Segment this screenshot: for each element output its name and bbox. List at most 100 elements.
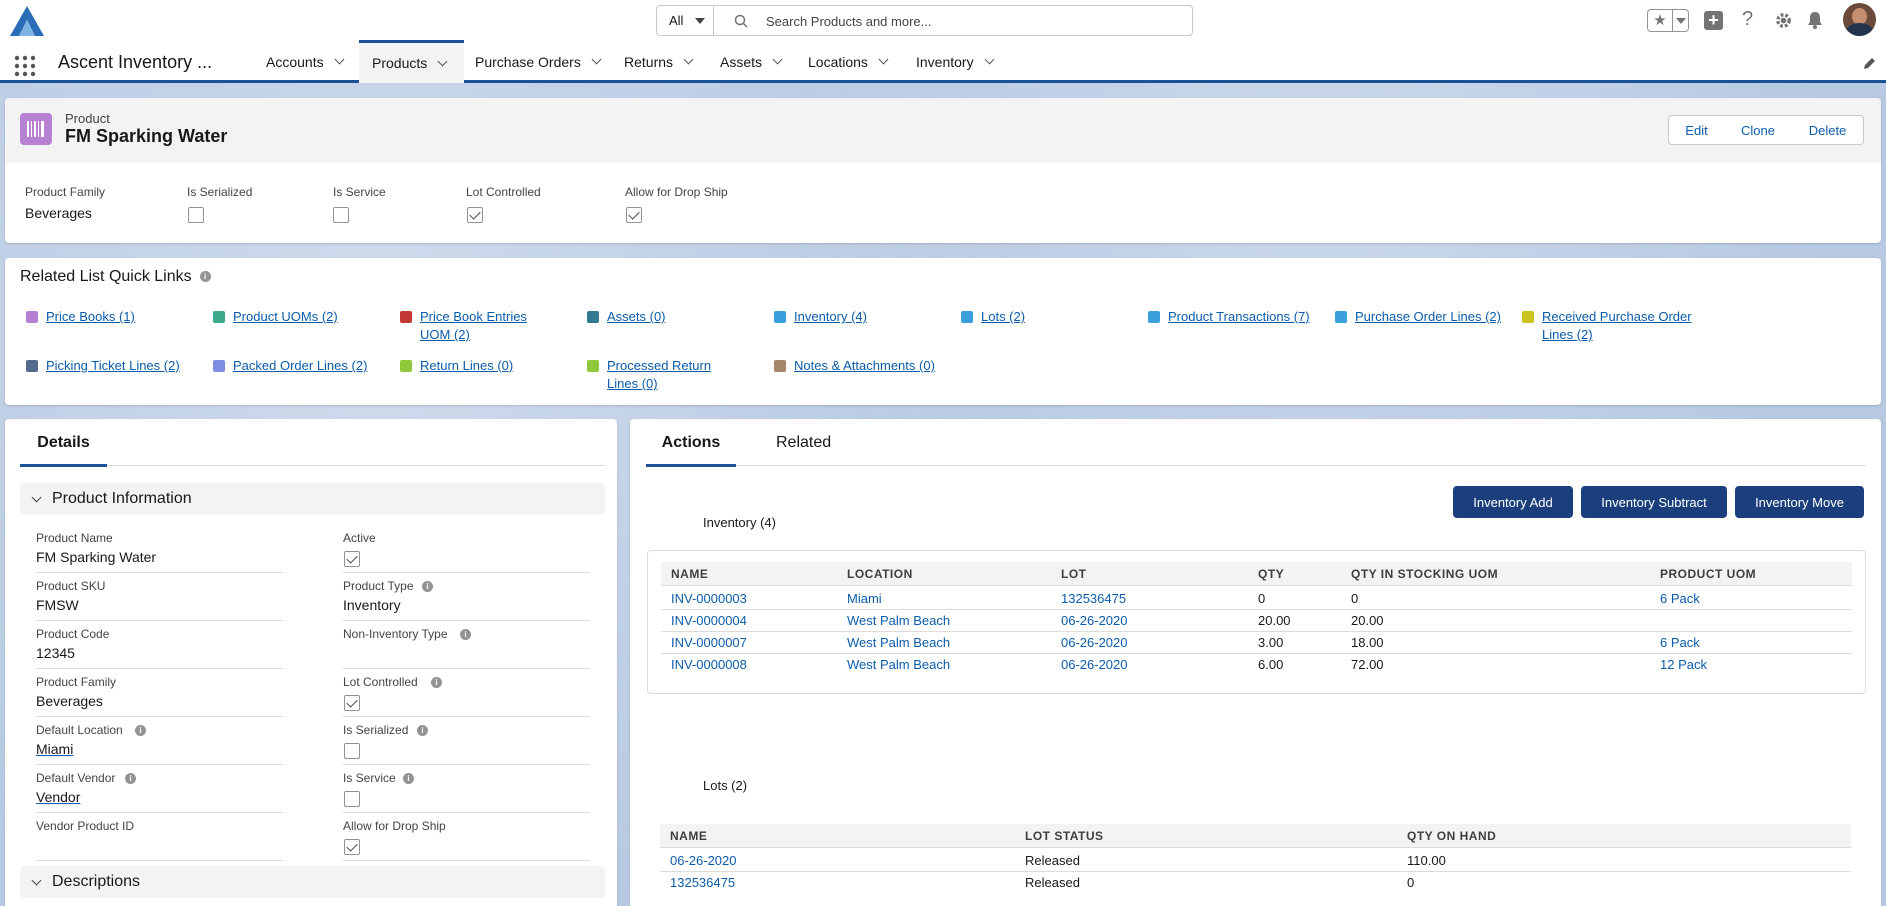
inventory-table: NAME LOCATION LOT QTY QTY IN STOCKING UOM PRO…: [647, 550, 1866, 694]
info-icon[interactable]: i: [431, 677, 442, 688]
chevron-down-icon[interactable]: [591, 54, 602, 65]
related-list-icon: [400, 311, 412, 323]
table-cell[interactable]: 06-26-2020: [670, 853, 737, 868]
chevron-down-icon[interactable]: [437, 56, 448, 66]
table-cell: 0: [1258, 591, 1266, 606]
table-cell[interactable]: 06-26-2020: [1061, 657, 1128, 672]
table-cell[interactable]: INV-0000007: [671, 635, 747, 650]
quick-link[interactable]: Inventory (4): [794, 308, 867, 326]
quick-link[interactable]: Packed Order Lines (2): [233, 357, 367, 375]
favorites-button[interactable]: ★: [1647, 9, 1689, 32]
column-header[interactable]: NAME: [671, 567, 708, 581]
inventory-move-button[interactable]: Inventory Move: [1735, 486, 1864, 518]
column-header[interactable]: LOT: [1061, 567, 1087, 581]
field-value: FMSW: [36, 597, 79, 613]
section-descriptions[interactable]: Descriptions: [20, 866, 605, 898]
table-cell[interactable]: Miami: [847, 591, 882, 606]
chevron-down-icon[interactable]: [984, 54, 995, 65]
quick-link-line2[interactable]: Lines (0): [607, 375, 658, 393]
tab-products[interactable]: Products: [359, 40, 464, 83]
table-cell[interactable]: 06-26-2020: [1061, 635, 1128, 650]
column-header[interactable]: LOT STATUS: [1025, 829, 1104, 843]
info-icon[interactable]: i: [125, 773, 136, 784]
quick-link[interactable]: Lots (2): [981, 308, 1025, 326]
edit-nav-pencil-icon[interactable]: [1863, 57, 1876, 70]
tab-assets[interactable]: Assets: [720, 40, 783, 83]
quick-link-line2[interactable]: Lines (2): [1542, 326, 1593, 344]
table-cell: 6.00: [1258, 657, 1284, 672]
column-header[interactable]: QTY IN STOCKING UOM: [1351, 567, 1498, 581]
chevron-down-icon[interactable]: [878, 54, 889, 65]
details-tabbar: [20, 432, 605, 466]
tab-returns[interactable]: Returns: [624, 40, 694, 83]
table-cell[interactable]: 132536475: [670, 875, 735, 890]
row-divider: [660, 871, 1851, 872]
field-value[interactable]: Miami: [36, 741, 73, 757]
quick-link[interactable]: Return Lines (0): [420, 357, 513, 375]
info-icon[interactable]: i: [403, 773, 414, 784]
quick-link[interactable]: Received Purchase Order: [1542, 308, 1692, 326]
quick-link[interactable]: Product Transactions (7): [1168, 308, 1310, 326]
quick-link[interactable]: Picking Ticket Lines (2): [46, 357, 180, 375]
column-header[interactable]: LOCATION: [847, 567, 913, 581]
table-cell[interactable]: 06-26-2020: [1061, 613, 1128, 628]
table-cell[interactable]: 12 Pack: [1660, 657, 1707, 672]
search-scope-select[interactable]: All: [656, 5, 714, 36]
tab-inventory[interactable]: Inventory: [916, 40, 995, 83]
section-product-information[interactable]: Product Information: [20, 483, 605, 515]
gear-icon[interactable]: [1774, 11, 1793, 30]
column-header[interactable]: NAME: [670, 829, 707, 843]
column-header[interactable]: QTY ON HAND: [1407, 829, 1496, 843]
tab-actions[interactable]: Actions: [646, 432, 736, 467]
info-icon[interactable]: i: [199, 271, 211, 283]
tab-related[interactable]: Related: [776, 434, 831, 452]
table-cell[interactable]: West Palm Beach: [847, 613, 950, 628]
info-icon[interactable]: i: [417, 725, 428, 736]
column-header[interactable]: PRODUCT UOM: [1660, 567, 1756, 581]
delete-button[interactable]: Delete: [1792, 115, 1864, 145]
tab-locations[interactable]: Locations: [808, 40, 889, 83]
quick-link-line2[interactable]: UOM (2): [420, 326, 470, 344]
chevron-down-icon[interactable]: [683, 54, 694, 65]
help-icon[interactable]: ?: [1742, 8, 1753, 31]
column-header[interactable]: QTY: [1258, 567, 1284, 581]
field-value[interactable]: Vendor: [36, 789, 80, 805]
chevron-down-icon[interactable]: [772, 54, 783, 65]
quick-link[interactable]: Price Books (1): [46, 308, 135, 326]
search-input[interactable]: Search Products and more...: [714, 5, 1193, 36]
info-icon[interactable]: i: [422, 581, 433, 592]
quick-link[interactable]: Purchase Order Lines (2): [1355, 308, 1501, 326]
app-launcher-icon[interactable]: [14, 55, 36, 77]
table-cell[interactable]: INV-0000008: [671, 657, 747, 672]
global-actions-plus-icon[interactable]: +: [1704, 11, 1723, 30]
tab-details[interactable]: Details: [20, 432, 107, 467]
app-logo[interactable]: [8, 4, 46, 38]
table-cell[interactable]: West Palm Beach: [847, 657, 950, 672]
field-label: Product Name: [36, 531, 113, 545]
tab-accounts[interactable]: Accounts: [266, 40, 345, 83]
quick-link[interactable]: Notes & Attachments (0): [794, 357, 935, 375]
user-avatar[interactable]: [1843, 3, 1876, 36]
table-cell[interactable]: West Palm Beach: [847, 635, 950, 650]
tab-purchase-orders[interactable]: Purchase Orders: [475, 40, 602, 83]
inventory-add-button[interactable]: Inventory Add: [1453, 486, 1573, 518]
table-cell[interactable]: 6 Pack: [1660, 635, 1700, 650]
favorites-dropdown-icon[interactable]: [1672, 10, 1688, 31]
table-cell[interactable]: INV-0000003: [671, 591, 747, 606]
quick-link[interactable]: Product UOMs (2): [233, 308, 338, 326]
field-divider: [36, 668, 283, 669]
clone-button[interactable]: Clone: [1724, 115, 1793, 145]
quick-link[interactable]: Price Book Entries: [420, 308, 527, 326]
info-icon[interactable]: i: [135, 725, 146, 736]
table-cell[interactable]: 6 Pack: [1660, 591, 1700, 606]
table-cell[interactable]: 132536475: [1061, 591, 1126, 606]
quick-link[interactable]: Processed Return: [607, 357, 711, 375]
field-checkbox: [344, 695, 360, 711]
notifications-bell-icon[interactable]: [1806, 10, 1824, 30]
info-icon[interactable]: i: [460, 629, 471, 640]
inventory-subtract-button[interactable]: Inventory Subtract: [1581, 486, 1727, 518]
chevron-down-icon[interactable]: [334, 54, 345, 65]
quick-link[interactable]: Assets (0): [607, 308, 666, 326]
table-cell[interactable]: INV-0000004: [671, 613, 747, 628]
edit-button[interactable]: Edit: [1668, 115, 1725, 145]
